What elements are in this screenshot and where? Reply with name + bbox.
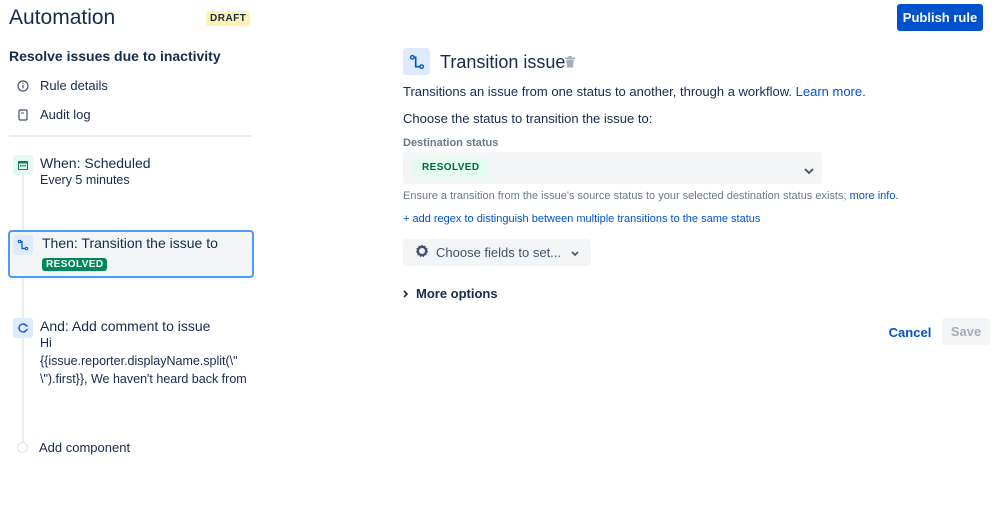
- publish-rule-button[interactable]: Publish rule: [897, 4, 983, 31]
- more-info-link[interactable]: more info.: [850, 190, 899, 202]
- add-regex-link[interactable]: + add regex to distinguish between multi…: [403, 213, 760, 225]
- step-title: Then: Transition the issue to: [42, 235, 218, 251]
- step-title: And: Add comment to issue: [40, 318, 211, 334]
- transition-icon: [403, 48, 430, 75]
- add-component-button[interactable]: Add component: [17, 440, 130, 455]
- destination-status-select[interactable]: RESOLVED: [403, 152, 822, 184]
- comment-line: Hi: [40, 336, 52, 350]
- status-lozenge: RESOLVED: [42, 258, 108, 271]
- step-when-scheduled[interactable]: When: Scheduled Every 5 minutes: [13, 155, 151, 189]
- chevron-down-icon: [571, 245, 579, 260]
- destination-status-label: Destination status: [403, 137, 499, 149]
- choose-fields-button[interactable]: Choose fields to set...: [403, 239, 591, 266]
- chevron-right-icon: [403, 286, 409, 301]
- more-options-label: More options: [416, 286, 498, 301]
- info-icon: [17, 79, 29, 92]
- nav-rule-details[interactable]: Rule details: [17, 78, 108, 93]
- helper-message: Ensure a transition from the issue's sou…: [403, 190, 847, 202]
- comment-icon: [13, 318, 33, 338]
- learn-more-link[interactable]: Learn more.: [796, 84, 866, 99]
- selected-status-lozenge: RESOLVED: [413, 158, 489, 177]
- cancel-button[interactable]: Cancel: [884, 319, 936, 345]
- component-title: Transition issue: [440, 52, 566, 72]
- draft-badge: DRAFT: [206, 11, 251, 26]
- add-component-label: Add component: [39, 440, 131, 455]
- timeline-line: [22, 172, 24, 444]
- circle-icon: [17, 442, 28, 453]
- comment-line: \").first}}, We haven't heard back from: [40, 372, 247, 386]
- choose-fields-label: Choose fields to set...: [436, 245, 562, 260]
- nav-audit-log[interactable]: Audit log: [17, 107, 91, 122]
- divider: [9, 135, 252, 137]
- more-options-toggle[interactable]: More options: [403, 286, 498, 301]
- nav-label: Rule details: [40, 78, 108, 93]
- status-prompt: Choose the status to transition the issu…: [403, 111, 653, 126]
- step-title: When: Scheduled: [40, 155, 151, 171]
- document-icon: [17, 108, 29, 121]
- gear-icon: [414, 243, 430, 262]
- app-title: Automation: [9, 6, 116, 29]
- comment-line: {{issue.reporter.displayName.split(\": [40, 354, 238, 368]
- step-subtitle: Every 5 minutes: [40, 173, 130, 187]
- component-description: Transitions an issue from one status to …: [403, 84, 866, 99]
- save-button[interactable]: Save: [942, 318, 990, 345]
- rule-name: Resolve issues due to inactivity: [9, 48, 221, 64]
- step-then-transition[interactable]: Then: Transition the issue to RESOLVED: [8, 230, 254, 278]
- helper-text: Ensure a transition from the issue's sou…: [403, 190, 899, 202]
- description-text: Transitions an issue from one status to …: [403, 84, 793, 99]
- chevron-down-icon: [804, 162, 814, 180]
- nav-label: Audit log: [40, 107, 91, 122]
- calendar-icon: [13, 155, 33, 175]
- trash-icon[interactable]: [565, 55, 575, 73]
- step-add-comment[interactable]: And: Add comment to issue Hi {{issue.rep…: [13, 318, 247, 388]
- transition-icon: [13, 235, 33, 255]
